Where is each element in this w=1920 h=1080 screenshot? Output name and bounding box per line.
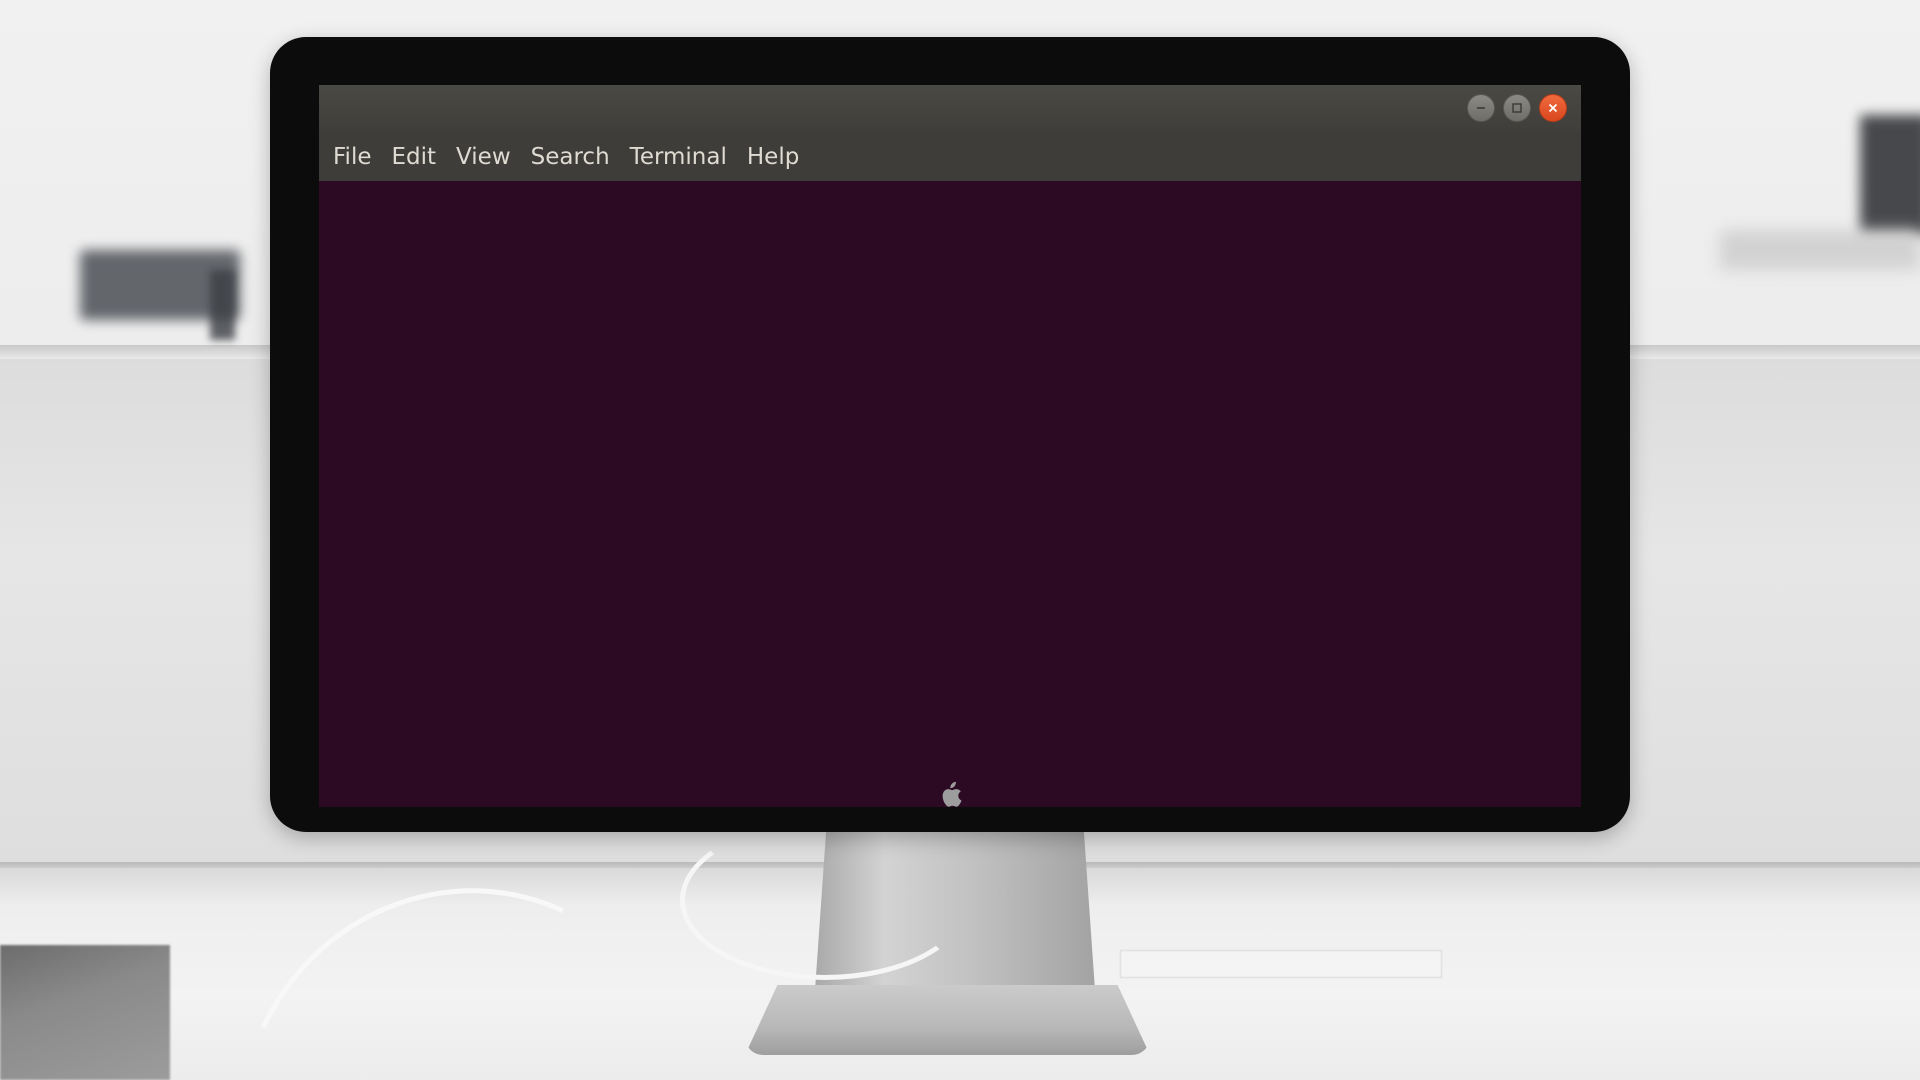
- desk-object-bottom-left: [0, 945, 170, 1080]
- maximize-button[interactable]: [1503, 94, 1531, 122]
- desk-scene: File Edit View Search Terminal Help: [0, 0, 1920, 1080]
- window-titlebar[interactable]: [319, 85, 1581, 133]
- background-monitor-right: [1860, 115, 1920, 235]
- close-button[interactable]: [1539, 94, 1567, 122]
- menu-file[interactable]: File: [323, 133, 382, 181]
- desk-card: [1120, 950, 1442, 978]
- window-controls: [1467, 94, 1567, 122]
- menu-view[interactable]: View: [446, 133, 521, 181]
- terminal-output-area[interactable]: [319, 181, 1581, 807]
- background-object-left-post: [210, 270, 235, 340]
- monitor-bezel: File Edit View Search Terminal Help: [270, 37, 1630, 832]
- monitor-stand-base: [745, 985, 1150, 1055]
- background-object-right: [1720, 230, 1920, 270]
- menu-bar: File Edit View Search Terminal Help: [319, 133, 1581, 181]
- maximize-icon: [1511, 99, 1523, 118]
- menu-edit[interactable]: Edit: [382, 133, 447, 181]
- menu-search[interactable]: Search: [521, 133, 620, 181]
- monitor-cable-loop: [680, 820, 970, 980]
- menu-terminal[interactable]: Terminal: [620, 133, 737, 181]
- apple-logo-icon: [938, 781, 962, 814]
- close-icon: [1547, 99, 1559, 118]
- minimize-icon: [1475, 99, 1487, 118]
- minimize-button[interactable]: [1467, 94, 1495, 122]
- menu-help[interactable]: Help: [737, 133, 809, 181]
- terminal-window[interactable]: File Edit View Search Terminal Help: [319, 85, 1581, 807]
